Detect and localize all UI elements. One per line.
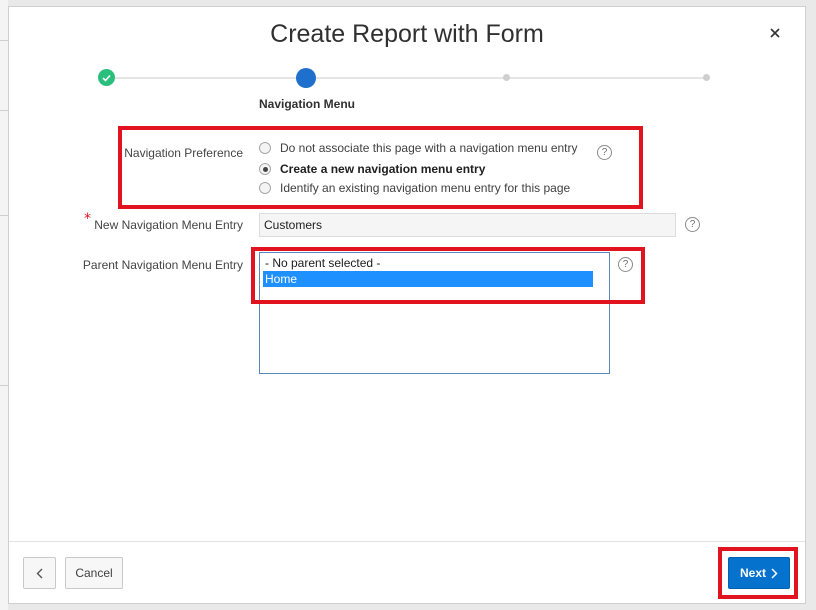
- progress-track: [316, 77, 707, 79]
- footer-divider: [9, 541, 805, 542]
- parent-entry-label: Parent Navigation Menu Entry: [82, 258, 243, 272]
- background-page: [0, 0, 8, 610]
- check-icon: [102, 74, 111, 82]
- background-divider: [0, 110, 8, 111]
- help-icon[interactable]: ?: [597, 145, 612, 160]
- radio-button[interactable]: [259, 163, 271, 175]
- background-divider: [0, 40, 8, 41]
- background-divider: [0, 385, 8, 386]
- dialog-title: Create Report with Form: [270, 20, 544, 48]
- radio-create-new-entry[interactable]: Create a new navigation menu entry: [259, 161, 485, 177]
- step-completed: [98, 69, 115, 86]
- step-future: [703, 74, 710, 81]
- radio-no-association[interactable]: Do not associate this page with a naviga…: [259, 140, 578, 156]
- highlight-next-button: [718, 547, 798, 599]
- new-entry-label: New Navigation Menu Entry: [94, 218, 243, 232]
- step-future: [503, 74, 510, 81]
- radio-label: Identify an existing navigation menu ent…: [280, 181, 571, 195]
- radio-label: Create a new navigation menu entry: [280, 162, 486, 176]
- close-button[interactable]: [765, 23, 785, 43]
- back-button[interactable]: [23, 557, 56, 589]
- progress-track: [115, 77, 296, 79]
- radio-button[interactable]: [259, 142, 271, 154]
- current-step-label: Navigation Menu: [258, 97, 355, 111]
- chevron-left-icon: [36, 568, 43, 578]
- help-icon[interactable]: ?: [685, 217, 700, 232]
- highlight-parent-entry: [251, 247, 645, 304]
- radio-button[interactable]: [259, 182, 271, 194]
- radio-label: Do not associate this page with a naviga…: [280, 141, 578, 155]
- close-icon: [770, 28, 780, 38]
- radio-identify-existing[interactable]: Identify an existing navigation menu ent…: [259, 180, 570, 196]
- new-entry-input[interactable]: Customers: [259, 213, 676, 237]
- cancel-label: Cancel: [75, 566, 113, 580]
- create-report-dialog: Create Report with Form Navigation Menu …: [8, 6, 806, 604]
- step-current: [296, 68, 316, 88]
- cancel-button[interactable]: Cancel: [65, 557, 123, 589]
- navigation-preference-label: Navigation Preference: [124, 146, 243, 160]
- background-divider: [0, 215, 8, 216]
